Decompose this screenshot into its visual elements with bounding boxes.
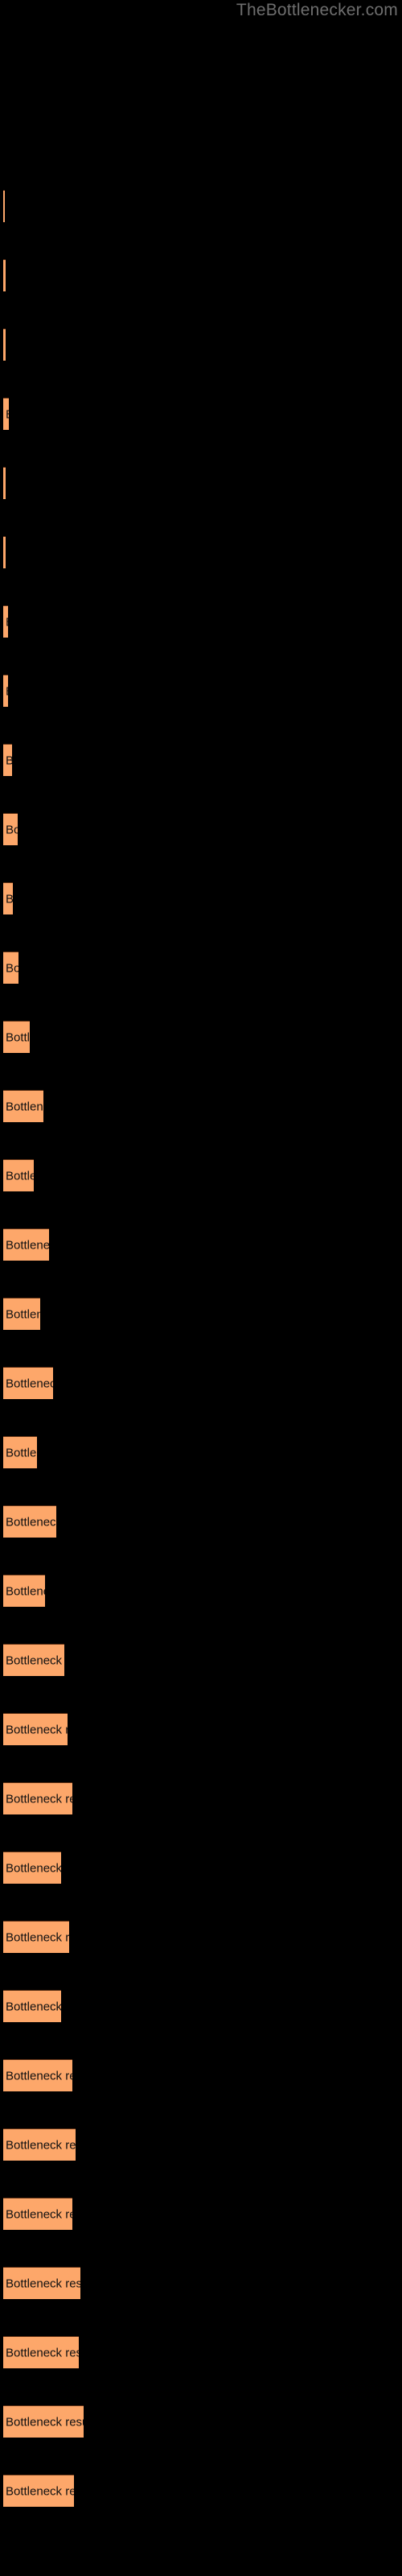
bar-label: Bottleneck result <box>6 2138 76 2152</box>
chart-bar[interactable]: Bottleneck result <box>3 1228 49 1261</box>
bar-label: Bottleneck result <box>6 1584 45 1598</box>
bar-label: Bottleneck result <box>6 1515 56 1529</box>
chart-bar[interactable]: Bottleneck result <box>3 2059 72 2091</box>
bar-label: Bottleneck result <box>6 2207 72 2221</box>
chart-bar[interactable]: Bottleneck result <box>3 1921 69 1953</box>
bar-label: Bottleneck result <box>6 2346 79 2359</box>
bar-label: Bottleneck result <box>6 1100 43 1113</box>
bar-label: Bottleneck result <box>6 407 9 421</box>
chart-bar[interactable]: Bottleneck result <box>3 1575 45 1607</box>
bar-label: Bottleneck result <box>6 892 13 906</box>
chart-bar[interactable]: Bottleneck result <box>3 675 8 707</box>
chart-bar[interactable]: Bottleneck result <box>3 1990 61 2022</box>
bar-label: Bottleneck result <box>6 1307 40 1321</box>
chart-bar[interactable]: Bottleneck result <box>3 2475 74 2507</box>
chart-bar[interactable]: Bottleneck result <box>3 1298 40 1330</box>
bar-label: Bottleneck result <box>6 961 18 975</box>
bottleneck-chart-page: TheBottlenecker.com Bottleneck resultBot… <box>0 0 402 2576</box>
chart-bar[interactable]: Bottleneck result <box>3 1021 30 1053</box>
chart-bar[interactable]: Bottleneck result <box>3 1713 68 1745</box>
bar-label: Bottleneck result <box>6 2000 61 2013</box>
bar-label: Bottleneck result <box>6 2415 84 2429</box>
bar-label: Bottleneck result <box>6 823 18 836</box>
horizontal-bar-chart: Bottleneck result Bottleneck result Bottle… <box>0 0 402 2576</box>
bar-label: Bottleneck result <box>6 1792 72 1806</box>
bar-label: Bottleneck result <box>6 684 8 698</box>
bar-label: Bottleneck result <box>6 1723 68 1736</box>
chart-bar[interactable]: Bottleneck result <box>3 1505 56 1538</box>
bar-label: Bottleneck result <box>6 753 12 767</box>
chart-bar[interactable]: Bottleneck result <box>3 328 6 361</box>
chart-bar[interactable]: Bottleneck result <box>3 1436 37 1468</box>
chart-bar[interactable]: Bottleneck result <box>3 1090 43 1122</box>
bar-label: Bottleneck result <box>6 1377 53 1390</box>
bar-label: Bottleneck result <box>6 2277 80 2290</box>
bar-label: Bottleneck result <box>6 1169 34 1183</box>
bar-label: Bottleneck result <box>6 1446 37 1459</box>
chart-bar[interactable]: Bottleneck result <box>3 2198 72 2230</box>
bar-label: Bottleneck result <box>6 1861 61 1875</box>
bar-label: Bottleneck result <box>6 1030 30 1044</box>
chart-bar[interactable]: Bottleneck result <box>3 2267 80 2299</box>
chart-bar[interactable]: Bottleneck result <box>3 1644 64 1676</box>
chart-bar[interactable]: Bottleneck result <box>3 398 9 430</box>
bar-label: Bottleneck result <box>6 1930 69 1944</box>
chart-bar[interactable]: Bottleneck result <box>3 1852 61 1884</box>
chart-bar[interactable]: Bottleneck result <box>3 259 6 291</box>
chart-bar[interactable]: Bottleneck result <box>3 2405 84 2438</box>
chart-bar[interactable]: Bottleneck result <box>3 952 18 984</box>
bar-label: Bottleneck result <box>6 1238 49 1252</box>
bar-label: Bottleneck result <box>6 1653 64 1667</box>
chart-bar[interactable]: Bottleneck result <box>3 1782 72 1814</box>
chart-bar[interactable]: Bottleneck result <box>3 813 18 845</box>
chart-bar[interactable]: Bottleneck result <box>3 536 6 568</box>
bar-label: Bottleneck result <box>6 2069 72 2083</box>
chart-bar[interactable]: Bottleneck result <box>3 2128 76 2161</box>
chart-bar[interactable]: Bottleneck result <box>3 605 8 638</box>
bar-label: Bottleneck result <box>6 615 8 629</box>
chart-bar[interactable]: Bottleneck result <box>3 1159 34 1191</box>
chart-bar[interactable]: Bottleneck result <box>3 190 5 222</box>
chart-bar[interactable]: Bottleneck result <box>3 744 12 776</box>
chart-bar[interactable]: Bottleneck result <box>3 1367 53 1399</box>
chart-bar[interactable]: Bottleneck result <box>3 882 13 914</box>
bar-label: Bottleneck result <box>6 2484 74 2498</box>
chart-bar[interactable]: Bottleneck result <box>3 467 6 499</box>
chart-bar[interactable]: Bottleneck result <box>3 2336 79 2368</box>
